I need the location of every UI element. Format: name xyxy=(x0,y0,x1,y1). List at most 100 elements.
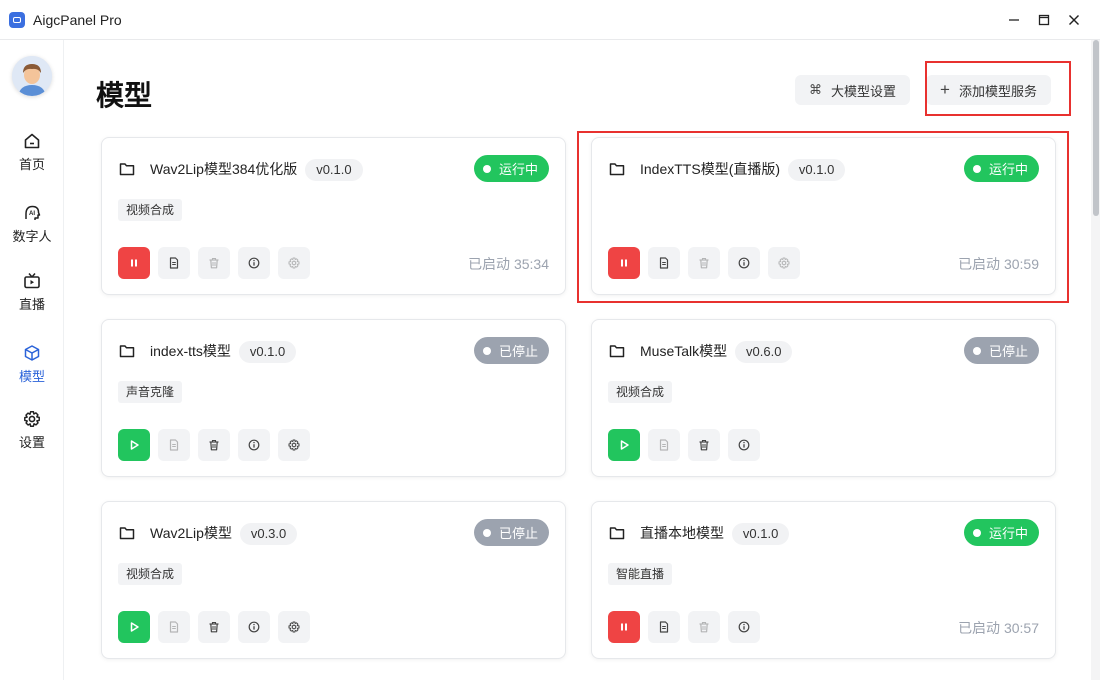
sidebar-item-live[interactable]: 直播 xyxy=(0,264,64,320)
close-button[interactable] xyxy=(1060,0,1088,40)
sidebar-item-settings[interactable]: 设置 xyxy=(0,402,64,458)
info-button[interactable] xyxy=(728,611,760,643)
play-icon xyxy=(618,439,630,451)
info-icon xyxy=(248,621,260,633)
log-button[interactable] xyxy=(648,247,680,279)
log-button[interactable] xyxy=(158,611,190,643)
delete-button[interactable] xyxy=(198,247,230,279)
sidebar-item-models[interactable]: 模型 xyxy=(0,336,64,392)
status-badge: 运行中 xyxy=(963,155,1039,182)
stop-button[interactable] xyxy=(118,247,150,279)
delete-button[interactable] xyxy=(198,611,230,643)
command-icon: ⌘ xyxy=(809,82,822,97)
page-title: 模型 xyxy=(96,80,153,111)
status-dot-icon xyxy=(972,164,981,173)
delete-button[interactable] xyxy=(688,611,720,643)
log-button[interactable] xyxy=(158,247,190,279)
gear-icon xyxy=(778,257,790,269)
log-button[interactable] xyxy=(648,429,680,461)
model-card[interactable]: MuseTalk模型 v0.6.0 已停止 视频合成 xyxy=(591,319,1056,477)
config-button[interactable] xyxy=(278,429,310,461)
status-label: 已停止 xyxy=(498,526,538,541)
version-badge: v0.6.0 xyxy=(735,341,793,363)
config-button[interactable] xyxy=(278,247,310,279)
trash-icon xyxy=(698,257,710,269)
version-badge: v0.3.0 xyxy=(239,523,298,545)
stop-button[interactable] xyxy=(608,247,640,279)
trash-icon xyxy=(698,439,710,451)
delete-button[interactable] xyxy=(688,247,720,279)
document-icon xyxy=(168,621,180,633)
model-card[interactable]: Wav2Lip模型 v0.3.0 已停止 视频合成 xyxy=(101,501,566,659)
scrollbar-thumb[interactable] xyxy=(1093,40,1099,216)
gear-icon xyxy=(288,621,300,633)
folder-icon xyxy=(119,162,135,176)
stop-button[interactable] xyxy=(608,611,640,643)
trash-icon xyxy=(698,621,710,633)
model-name: 直播本地模型 xyxy=(640,525,724,541)
function-tag: 视频合成 xyxy=(608,381,673,403)
trash-icon xyxy=(208,439,220,451)
start-button[interactable] xyxy=(118,611,150,643)
info-icon xyxy=(248,257,260,269)
info-button[interactable] xyxy=(238,429,270,461)
config-button[interactable] xyxy=(278,611,310,643)
trash-icon xyxy=(208,257,220,269)
document-icon xyxy=(168,257,180,269)
card-actions xyxy=(118,429,310,461)
card-actions xyxy=(118,611,310,643)
maximize-button[interactable] xyxy=(1030,0,1058,40)
close-icon xyxy=(1069,15,1079,25)
status-dot-icon xyxy=(482,528,491,537)
ai-head-icon: AI xyxy=(25,205,41,220)
info-button[interactable] xyxy=(238,247,270,279)
maximize-icon xyxy=(1038,14,1050,26)
log-button[interactable] xyxy=(648,611,680,643)
play-icon xyxy=(128,621,140,633)
delete-button[interactable] xyxy=(198,429,230,461)
model-card[interactable]: Wav2Lip模型384优化版 v0.1.0 运行中 视频合成 已启动 35:3… xyxy=(101,137,566,295)
model-card[interactable]: 直播本地模型 v0.1.0 运行中 智能直播 已启动 30:57 xyxy=(591,501,1056,659)
document-icon xyxy=(658,621,670,633)
avatar[interactable] xyxy=(12,56,52,96)
info-icon xyxy=(738,257,750,269)
llm-settings-button[interactable]: ⌘ 大模型设置 xyxy=(795,75,911,105)
start-button[interactable] xyxy=(118,429,150,461)
model-name: Wav2Lip模型 xyxy=(150,525,232,541)
app-logo-icon xyxy=(9,11,25,28)
cube-icon xyxy=(24,344,40,361)
status-label: 运行中 xyxy=(498,162,538,177)
uptime-text: 已启动 35:34 xyxy=(468,256,549,272)
card-actions xyxy=(608,429,760,461)
info-icon xyxy=(738,439,750,451)
config-button[interactable] xyxy=(768,247,800,279)
status-badge: 已停止 xyxy=(473,337,549,364)
card-actions xyxy=(608,611,760,643)
sidebar-item-label: 数字人 xyxy=(12,228,52,244)
info-button[interactable] xyxy=(728,429,760,461)
status-badge: 已停止 xyxy=(963,337,1039,364)
document-icon xyxy=(658,257,670,269)
delete-button[interactable] xyxy=(688,429,720,461)
card-actions xyxy=(608,247,800,279)
model-card[interactable]: index-tts模型 v0.1.0 已停止 声音克隆 xyxy=(101,319,566,477)
status-label: 已停止 xyxy=(498,344,538,359)
start-button[interactable] xyxy=(608,429,640,461)
model-name: IndexTTS模型(直播版) xyxy=(640,161,781,177)
sidebar-item-digital-human[interactable]: AI 数字人 xyxy=(0,196,64,252)
minimize-button[interactable] xyxy=(1000,0,1028,40)
version-badge: v0.1.0 xyxy=(787,159,846,181)
app-title: AigcPanel Pro xyxy=(33,11,122,28)
function-tag: 视频合成 xyxy=(118,563,183,585)
info-button[interactable] xyxy=(238,611,270,643)
sidebar-item-home[interactable]: 首页 xyxy=(0,124,64,180)
info-icon xyxy=(248,439,260,451)
model-card[interactable]: IndexTTS模型(直播版) v0.1.0 运行中 已启动 30:59 xyxy=(591,137,1056,295)
info-button[interactable] xyxy=(728,247,760,279)
add-service-label: 添加模型服务 xyxy=(958,83,1037,99)
sidebar-item-label: 设置 xyxy=(18,434,45,450)
log-button[interactable] xyxy=(158,429,190,461)
folder-icon xyxy=(119,526,135,540)
pause-icon xyxy=(128,257,140,269)
add-model-service-button[interactable]: + 添加模型服务 xyxy=(926,75,1051,105)
